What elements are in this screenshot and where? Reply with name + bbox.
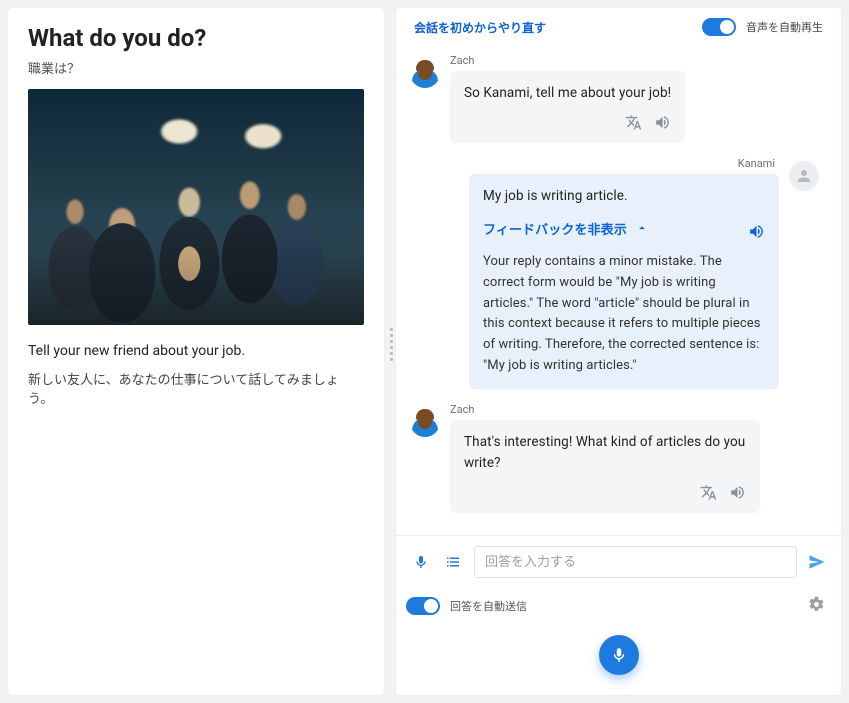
lesson-panel: What do you do? 職業は？ Tell your new frien… [8,8,384,695]
lesson-image [28,89,364,325]
sender-name: Kanami [738,157,775,170]
message-text: That's interesting! What kind of article… [464,432,746,474]
chat-scroll-area[interactable]: Zach So Kanami, tell me about your job! Ka… [396,46,841,535]
sender-name: Zach [450,54,685,67]
message-bubble: That's interesting! What kind of article… [450,420,760,513]
avatar-zach [410,407,440,437]
bubble-actions [464,484,746,501]
bubble-actions [464,114,671,131]
chat-panel: 会話を初めからやり直す 音声を自動再生 Zach So Kanami, tell … [396,8,841,695]
message-group: Kanami My job is writing article. フィードバックを… [410,157,819,389]
restart-conversation-link[interactable]: 会話を初めからやり直す [414,19,546,36]
message-bubble: My job is writing article. フィードバックを非表示 You… [469,174,779,389]
microphone-icon[interactable] [410,551,432,573]
avatar-zach [410,58,440,88]
message-group: Zach That's interesting! What kind of art… [410,403,819,513]
chevron-up-icon [635,221,649,242]
translate-icon[interactable] [625,114,642,131]
message-group: Zach So Kanami, tell me about your job! [410,54,819,143]
auto-send-toggle[interactable] [406,597,440,615]
auto-play-audio-label: 音声を自動再生 [746,19,823,35]
speaker-icon[interactable] [729,484,746,501]
message-column: Zach That's interesting! What kind of art… [450,403,760,513]
feedback-toggle-label: フィードバックを非表示 [483,221,627,241]
panel-resize-handle[interactable] [390,328,393,361]
answer-input[interactable] [474,546,797,578]
list-icon[interactable] [442,551,464,573]
feedback-body: Your reply contains a minor mistake. The… [483,252,765,377]
lesson-prompt-jp: 新しい友人に、あなたの仕事について話してみましょう。 [28,369,364,407]
chat-footer: 回答を自動送信 [396,588,841,625]
feedback-toggle[interactable]: フィードバックを非表示 [483,221,765,242]
lesson-title-jp: 職業は？ [28,58,364,77]
lesson-prompt-en: Tell your new friend about your job. [28,343,364,359]
lesson-title-en: What do you do? [28,24,364,52]
sender-name: Zach [450,403,760,416]
translate-icon[interactable] [700,484,717,501]
send-button[interactable] [807,552,827,572]
avatar-user [789,161,819,191]
message-column: Zach So Kanami, tell me about your job! [450,54,685,143]
message-column: Kanami My job is writing article. フィードバックを… [469,157,779,389]
input-bar [396,535,841,588]
chat-header: 会話を初めからやり直す 音声を自動再生 [396,8,841,46]
record-button[interactable] [599,635,639,675]
message-text: My job is writing article. [483,186,765,207]
gear-icon[interactable] [808,596,825,617]
mic-row [396,625,841,695]
message-bubble: So Kanami, tell me about your job! [450,71,685,143]
speaker-icon[interactable] [654,114,671,131]
auto-send-label: 回答を自動送信 [450,598,527,614]
auto-play-audio-toggle[interactable] [702,18,736,36]
message-text: So Kanami, tell me about your job! [464,83,671,104]
speaker-icon[interactable] [748,223,765,240]
